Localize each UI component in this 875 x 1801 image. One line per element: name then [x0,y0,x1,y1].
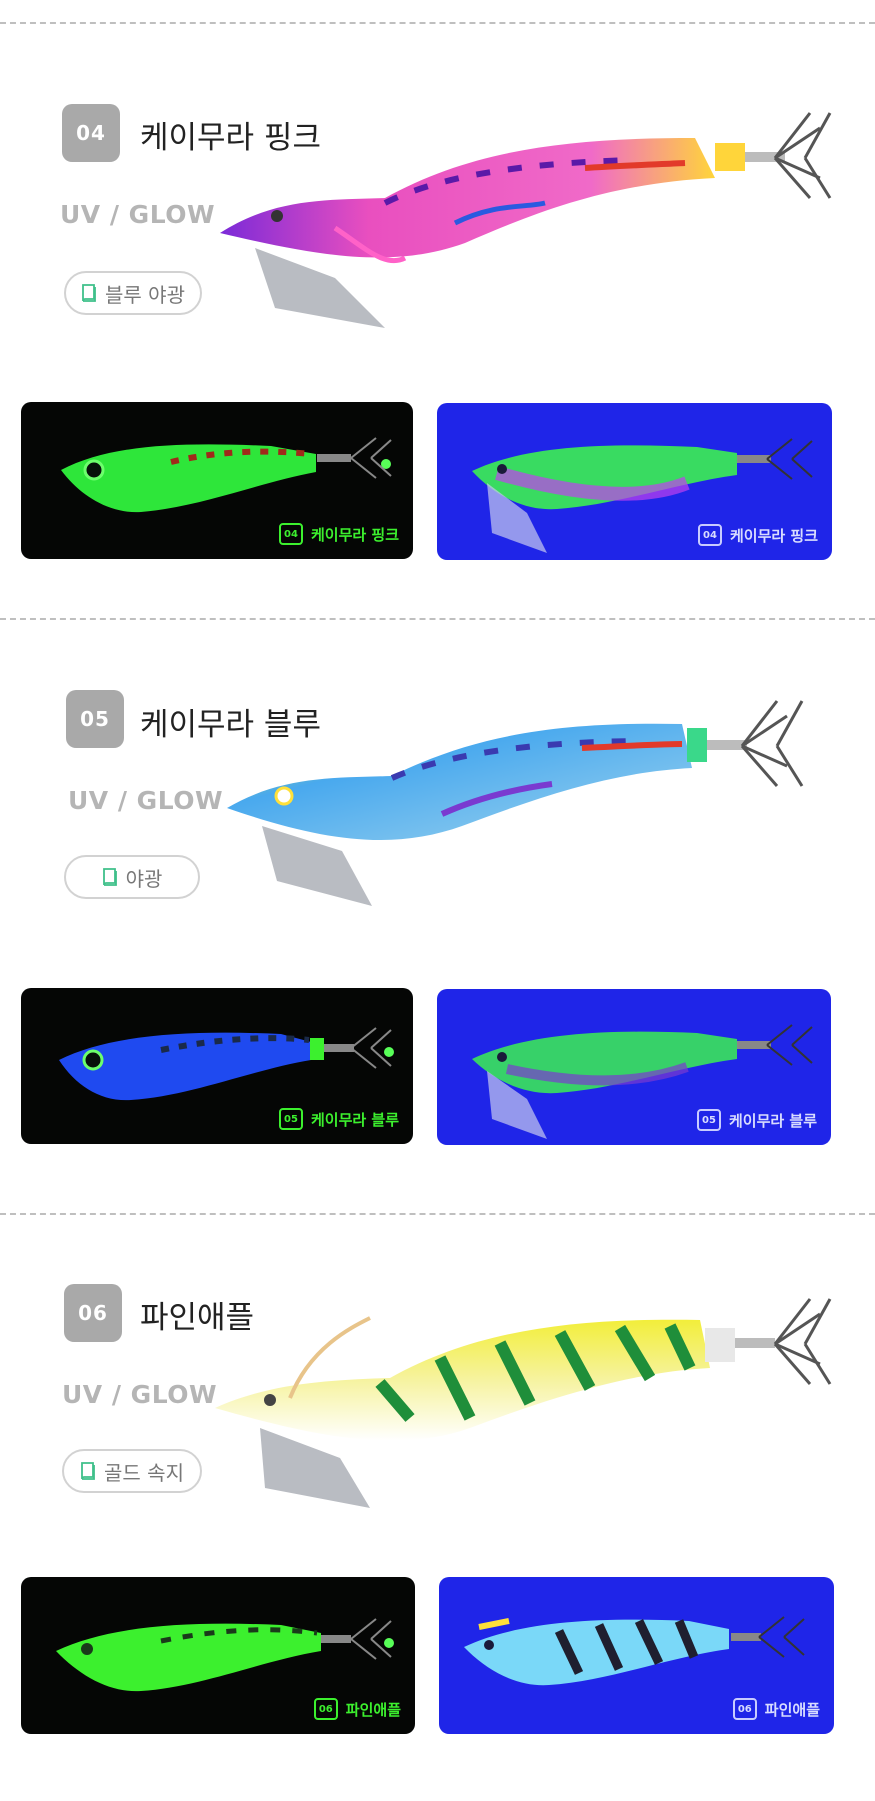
feature-tag: 골드 속지 [62,1449,202,1493]
caption-name: 파인애플 [764,1700,820,1719]
product-section-06: 06 파인애플 UV / GLOW 골드 속지 06 파인애플 06 파인애플 [0,0,875,1801]
caption-number: 06 [313,1698,338,1720]
uv-glow-label: UV / GLOW [62,1380,218,1409]
lure-image [215,1298,832,1508]
caption-name: 파인애플 [345,1700,401,1719]
uv-photo-panel: 06 파인애플 [439,1577,834,1734]
caption-number: 06 [732,1698,757,1720]
glow-photo-caption: 06 파인애플 [313,1698,401,1720]
book-icon [81,1462,95,1480]
feature-tag-label: 골드 속지 [104,1460,184,1485]
glow-photo-panel: 06 파인애플 [21,1577,415,1734]
product-number-badge: 06 [64,1284,122,1342]
uv-photo-caption: 06 파인애플 [732,1698,820,1720]
